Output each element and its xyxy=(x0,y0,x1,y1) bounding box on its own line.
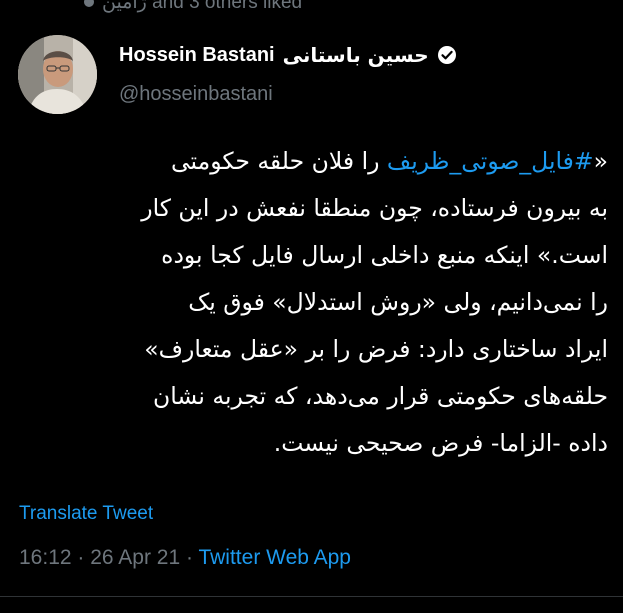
hashtag-link[interactable]: #فایل_صوتی_ظریف xyxy=(387,147,594,175)
tweet-line: داده -الزاما- فرض صحیحی نیست. xyxy=(273,429,608,457)
meta-separator: · xyxy=(77,546,85,569)
opening-quote: « xyxy=(593,147,608,175)
translate-tweet-link[interactable]: Translate Tweet xyxy=(19,503,153,525)
avatar[interactable] xyxy=(18,35,97,114)
tweet-meta: 16:12 · 26 Apr 21 · Twitter Web App xyxy=(19,546,351,570)
tweet-line: ایراد ساختاری دارد: فرض را بر «عقل متعار… xyxy=(144,335,608,363)
tweet-text: «#فایل_صوتی_ظریف را فلان حلقه حکومتی به … xyxy=(16,138,608,467)
author-name-en[interactable]: Hossein Bastani xyxy=(119,44,275,67)
tweet-line: حلقه‌های حکومتی قرار می‌دهد، که تجربه نش… xyxy=(152,382,608,410)
tweet-line-text: را فلان حلقه حکومتی xyxy=(170,147,387,175)
divider xyxy=(0,596,623,597)
tweet-line: است.» اینکه منبع داخلی ارسال فایل کجا بو… xyxy=(161,241,608,269)
author-name-row[interactable]: Hossein Bastani حسین باستانی xyxy=(119,43,457,67)
tweet-time[interactable]: 16:12 xyxy=(19,546,72,569)
meta-separator: · xyxy=(186,546,193,569)
tweet-line: «#فایل_صوتی_ظریف را فلان حلقه حکومتی xyxy=(16,138,608,185)
author-handle[interactable]: @hosseinbastani xyxy=(119,83,273,106)
heart-icon xyxy=(84,0,94,7)
avatar-image xyxy=(18,35,97,114)
social-context-text: ژامین and 3 others liked xyxy=(102,0,303,13)
tweet-line: را نمی‌دانیم، ولی «روش استدلال» فوق یک xyxy=(188,288,608,316)
social-context[interactable]: ژامین and 3 others liked xyxy=(84,0,302,13)
verified-badge-icon xyxy=(437,45,457,65)
tweet-date[interactable]: 26 Apr 21 xyxy=(90,546,180,569)
tweet-line: به بیرون فرستاده، چون منطقا نفعش در این … xyxy=(141,194,608,222)
tweet-source-link[interactable]: Twitter Web App xyxy=(198,546,351,569)
author-name-fa[interactable]: حسین باستانی xyxy=(283,43,429,67)
